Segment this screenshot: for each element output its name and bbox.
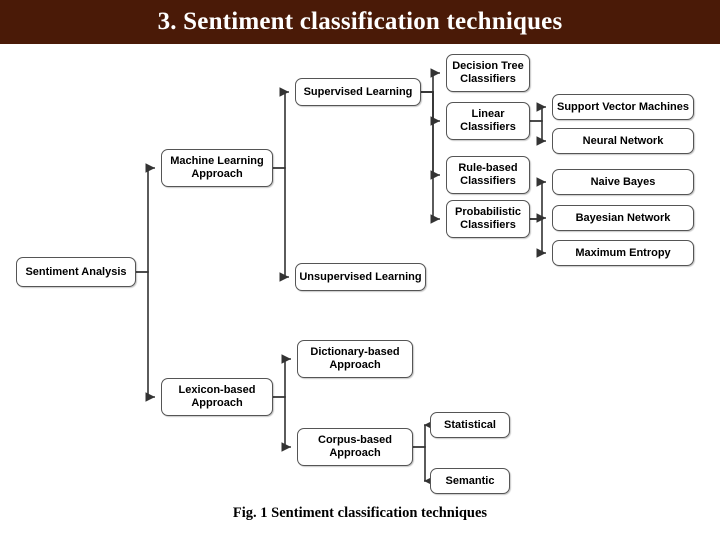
node-support-vector-machines[interactable]: Support Vector Machines [552, 94, 694, 120]
connector-sentiment-analysis-to-lexicon-based-approach [136, 271, 155, 402]
node-linear-classifiers[interactable]: Linear Classifiers [446, 102, 530, 140]
node-label: Unsupervised Learning [299, 270, 422, 283]
node-label: Machine Learning Approach [170, 155, 264, 180]
node-machine-learning-approach[interactable]: Machine Learning Approach [161, 149, 273, 187]
node-naive-bayes[interactable]: Naive Bayes [552, 169, 694, 195]
node-statistical[interactable]: Statistical [430, 412, 510, 438]
node-rule-based-classifiers[interactable]: Rule-based Classifiers [446, 156, 530, 194]
node-label: Probabilistic Classifiers [454, 206, 522, 231]
connector-machine-learning-approach-to-supervised-learning [273, 87, 289, 169]
page-title: 3. Sentiment classification techniques [157, 8, 563, 35]
node-decision-tree-classifiers[interactable]: Decision Tree Classifiers [446, 54, 530, 92]
node-label: Supervised Learning [303, 85, 413, 98]
connector-supervised-learning-to-decision-tree-classifiers [421, 68, 440, 93]
node-sentiment-analysis[interactable]: Sentiment Analysis [16, 257, 136, 287]
node-label: Semantic [445, 474, 495, 487]
node-label: Bayesian Network [575, 211, 671, 224]
node-semantic[interactable]: Semantic [430, 468, 510, 494]
connector-probabilistic-classifiers-to-naive-bayes [530, 177, 546, 220]
node-supervised-learning[interactable]: Supervised Learning [295, 78, 421, 106]
node-label: Naive Bayes [590, 175, 656, 188]
connector-lexicon-based-approach-to-dictionary-based-approach [273, 354, 291, 398]
node-probabilistic-classifiers[interactable]: Probabilistic Classifiers [446, 200, 530, 238]
connector-supervised-learning-to-rule-based-classifiers [421, 91, 440, 180]
node-label: Sentiment Analysis [25, 265, 127, 278]
figure-caption: Fig. 1 Sentiment classification techniqu… [232, 505, 488, 521]
node-dictionary-based-approach[interactable]: Dictionary-based Approach [297, 340, 413, 378]
connector-supervised-learning-to-probabilistic-classifiers [421, 91, 440, 224]
connector-corpus-based-approach-to-statistical [413, 420, 434, 448]
node-neural-network[interactable]: Neural Network [552, 128, 694, 154]
connector-probabilistic-classifiers-to-maximum-entropy [530, 218, 546, 258]
node-label: Neural Network [582, 134, 664, 147]
node-unsupervised-learning[interactable]: Unsupervised Learning [295, 263, 426, 291]
node-lexicon-based-approach[interactable]: Lexicon-based Approach [161, 378, 273, 416]
connector-probabilistic-classifiers-to-bayesian-network [530, 213, 546, 223]
connector-linear-classifiers-to-support-vector-machines [530, 102, 546, 122]
node-label: Maximum Entropy [575, 246, 671, 259]
connector-lexicon-based-approach-to-corpus-based-approach [273, 396, 291, 452]
node-label: Lexicon-based Approach [178, 384, 256, 409]
node-label: Corpus-based Approach [318, 434, 392, 459]
connector-supervised-learning-to-linear-classifiers [421, 91, 440, 126]
connector-linear-classifiers-to-neural-network [530, 120, 546, 146]
slide-title-bar: 3. Sentiment classification techniques [0, 0, 720, 44]
node-label: Rule-based Classifiers [458, 162, 518, 187]
connector-sentiment-analysis-to-machine-learning-approach [136, 163, 155, 273]
node-label: Linear Classifiers [460, 108, 516, 133]
node-label: Decision Tree Classifiers [452, 60, 524, 85]
node-corpus-based-approach[interactable]: Corpus-based Approach [297, 428, 413, 466]
node-label: Statistical [444, 418, 496, 431]
node-label: Dictionary-based Approach [310, 346, 400, 371]
connector-corpus-based-approach-to-semantic [413, 446, 434, 486]
node-label: Support Vector Machines [556, 100, 690, 113]
node-maximum-entropy[interactable]: Maximum Entropy [552, 240, 694, 266]
connector-machine-learning-approach-to-unsupervised-learning [273, 167, 289, 282]
node-bayesian-network[interactable]: Bayesian Network [552, 205, 694, 231]
sentiment-classification-diagram: Sentiment Analysis Machine Learning Approa… [0, 44, 720, 499]
